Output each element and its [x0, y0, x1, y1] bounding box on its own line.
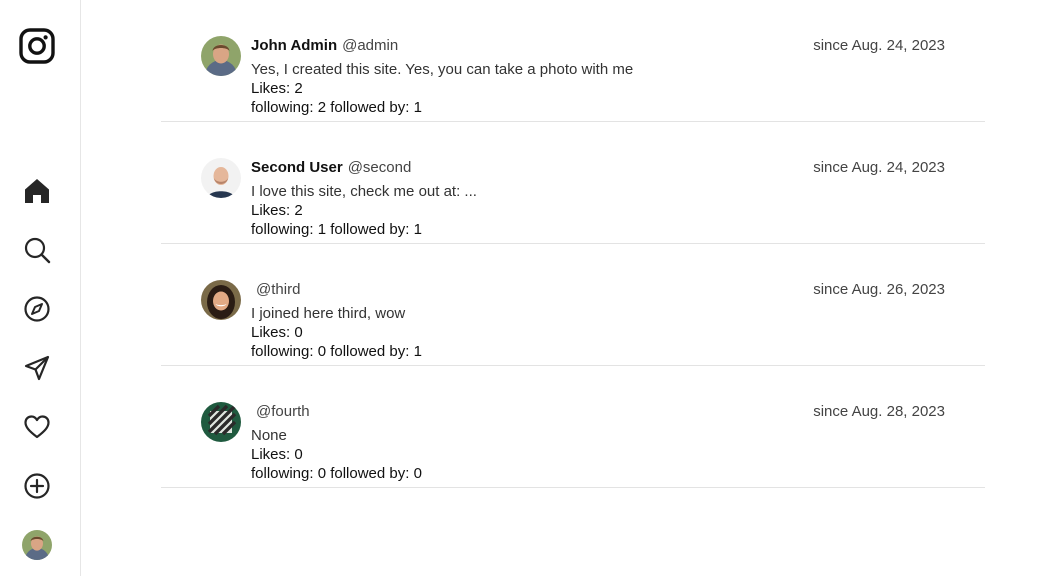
username[interactable]: @admin: [342, 37, 398, 54]
join-date: since Aug. 24, 2023: [813, 37, 945, 54]
user-list: John Admin @admin Yes, I created this sit…: [161, 0, 985, 488]
avatar[interactable]: [201, 280, 241, 320]
name-line: @fourth: [251, 402, 811, 422]
profile-avatar[interactable]: [22, 530, 52, 560]
display-name[interactable]: Second User: [251, 159, 343, 176]
follow-stats: following: 2 followed by: 1: [251, 99, 422, 116]
bio: I love this site, check me out at: ...: [251, 183, 477, 200]
user-info: Second User @second I love this site, che…: [251, 158, 811, 239]
send-icon[interactable]: [22, 353, 52, 383]
join-date: since Aug. 24, 2023: [813, 159, 945, 176]
likes-count: Likes: 0: [251, 446, 303, 463]
home-icon[interactable]: [22, 176, 52, 206]
username[interactable]: @second: [348, 159, 412, 176]
username[interactable]: @fourth: [256, 403, 310, 420]
likes-count: Likes: 0: [251, 324, 303, 341]
plus-circle-icon[interactable]: [22, 471, 52, 501]
bio: None: [251, 427, 287, 444]
name-line: Second User @second: [251, 158, 811, 178]
list-item: Second User @second I love this site, che…: [161, 122, 985, 244]
user-info: John Admin @admin Yes, I created this sit…: [251, 36, 811, 117]
bio: I joined here third, wow: [251, 305, 406, 322]
join-date: since Aug. 26, 2023: [813, 281, 945, 298]
bio: Yes, I created this site. Yes, you can t…: [251, 61, 634, 78]
follow-stats: following: 0 followed by: 1: [251, 343, 422, 360]
likes-count: Likes: 2: [251, 80, 303, 97]
join-date: since Aug. 28, 2023: [813, 403, 945, 420]
search-icon[interactable]: [22, 235, 52, 265]
compass-icon[interactable]: [22, 294, 52, 324]
user-info: @third I joined here third, wow Likes: 0…: [251, 280, 811, 361]
avatar[interactable]: [201, 158, 241, 198]
follow-stats: following: 1 followed by: 1: [251, 221, 422, 238]
avatar[interactable]: [201, 36, 241, 76]
likes-count: Likes: 2: [251, 202, 303, 219]
list-item: @fourth None Likes: 0 following: 0 follo…: [161, 366, 985, 488]
instagram-logo-icon[interactable]: [17, 26, 57, 66]
sidebar: [0, 0, 81, 576]
name-line: John Admin @admin: [251, 36, 811, 56]
list-item: @third I joined here third, wow Likes: 0…: [161, 244, 985, 366]
name-line: @third: [251, 280, 811, 300]
list-item: John Admin @admin Yes, I created this sit…: [161, 0, 985, 122]
display-name[interactable]: John Admin: [251, 37, 337, 54]
user-info: @fourth None Likes: 0 following: 0 follo…: [251, 402, 811, 483]
avatar[interactable]: [201, 402, 241, 442]
heart-icon[interactable]: [22, 412, 52, 442]
username[interactable]: @third: [256, 281, 300, 298]
follow-stats: following: 0 followed by: 0: [251, 465, 422, 482]
